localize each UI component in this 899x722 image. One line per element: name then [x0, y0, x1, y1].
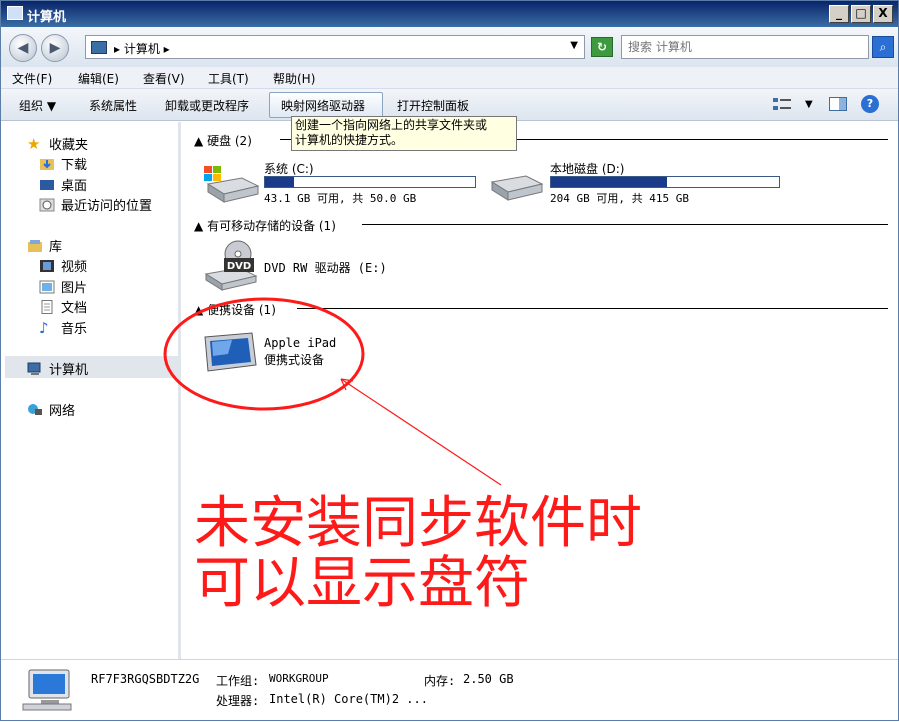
memory-label: 内存: [424, 674, 456, 688]
computer-name: RF7F3RGQSBDTZ2G [91, 672, 200, 686]
memory-value: 2.50 GB [463, 672, 514, 686]
tooltip-line: 创建一个指向网络上的共享文件夹或 [295, 118, 488, 132]
details-pane: RF7F3RGQSBDTZ2G 工作组: WORKGROUP 内存: 2.50 … [1, 659, 898, 720]
cpu-value: Intel(R) Core(TM)2 ... [269, 692, 428, 706]
cpu-label: 处理器: [216, 694, 260, 708]
workgroup-value: WORKGROUP [269, 672, 329, 685]
annotation-text-line2: 可以显示盘符 [194, 551, 530, 616]
annotation-text-line1: 未安装同步软件时 [194, 491, 642, 556]
tooltip-line: 计算机的快捷方式。 [295, 133, 404, 147]
workgroup-label: 工作组: [216, 674, 260, 688]
computer-icon [22, 669, 72, 711]
tooltip: 创建一个指向网络上的共享文件夹或 计算机的快捷方式。 [291, 116, 517, 151]
explorer-window: 计算机 _ □ X ◀ ▶ ▸ 计算机 ▸ ▼ ↻ ⌕ 文件(F) 编辑(E) … [0, 0, 899, 721]
annotation-circle [163, 297, 365, 411]
annotation-arrow [340, 378, 502, 486]
